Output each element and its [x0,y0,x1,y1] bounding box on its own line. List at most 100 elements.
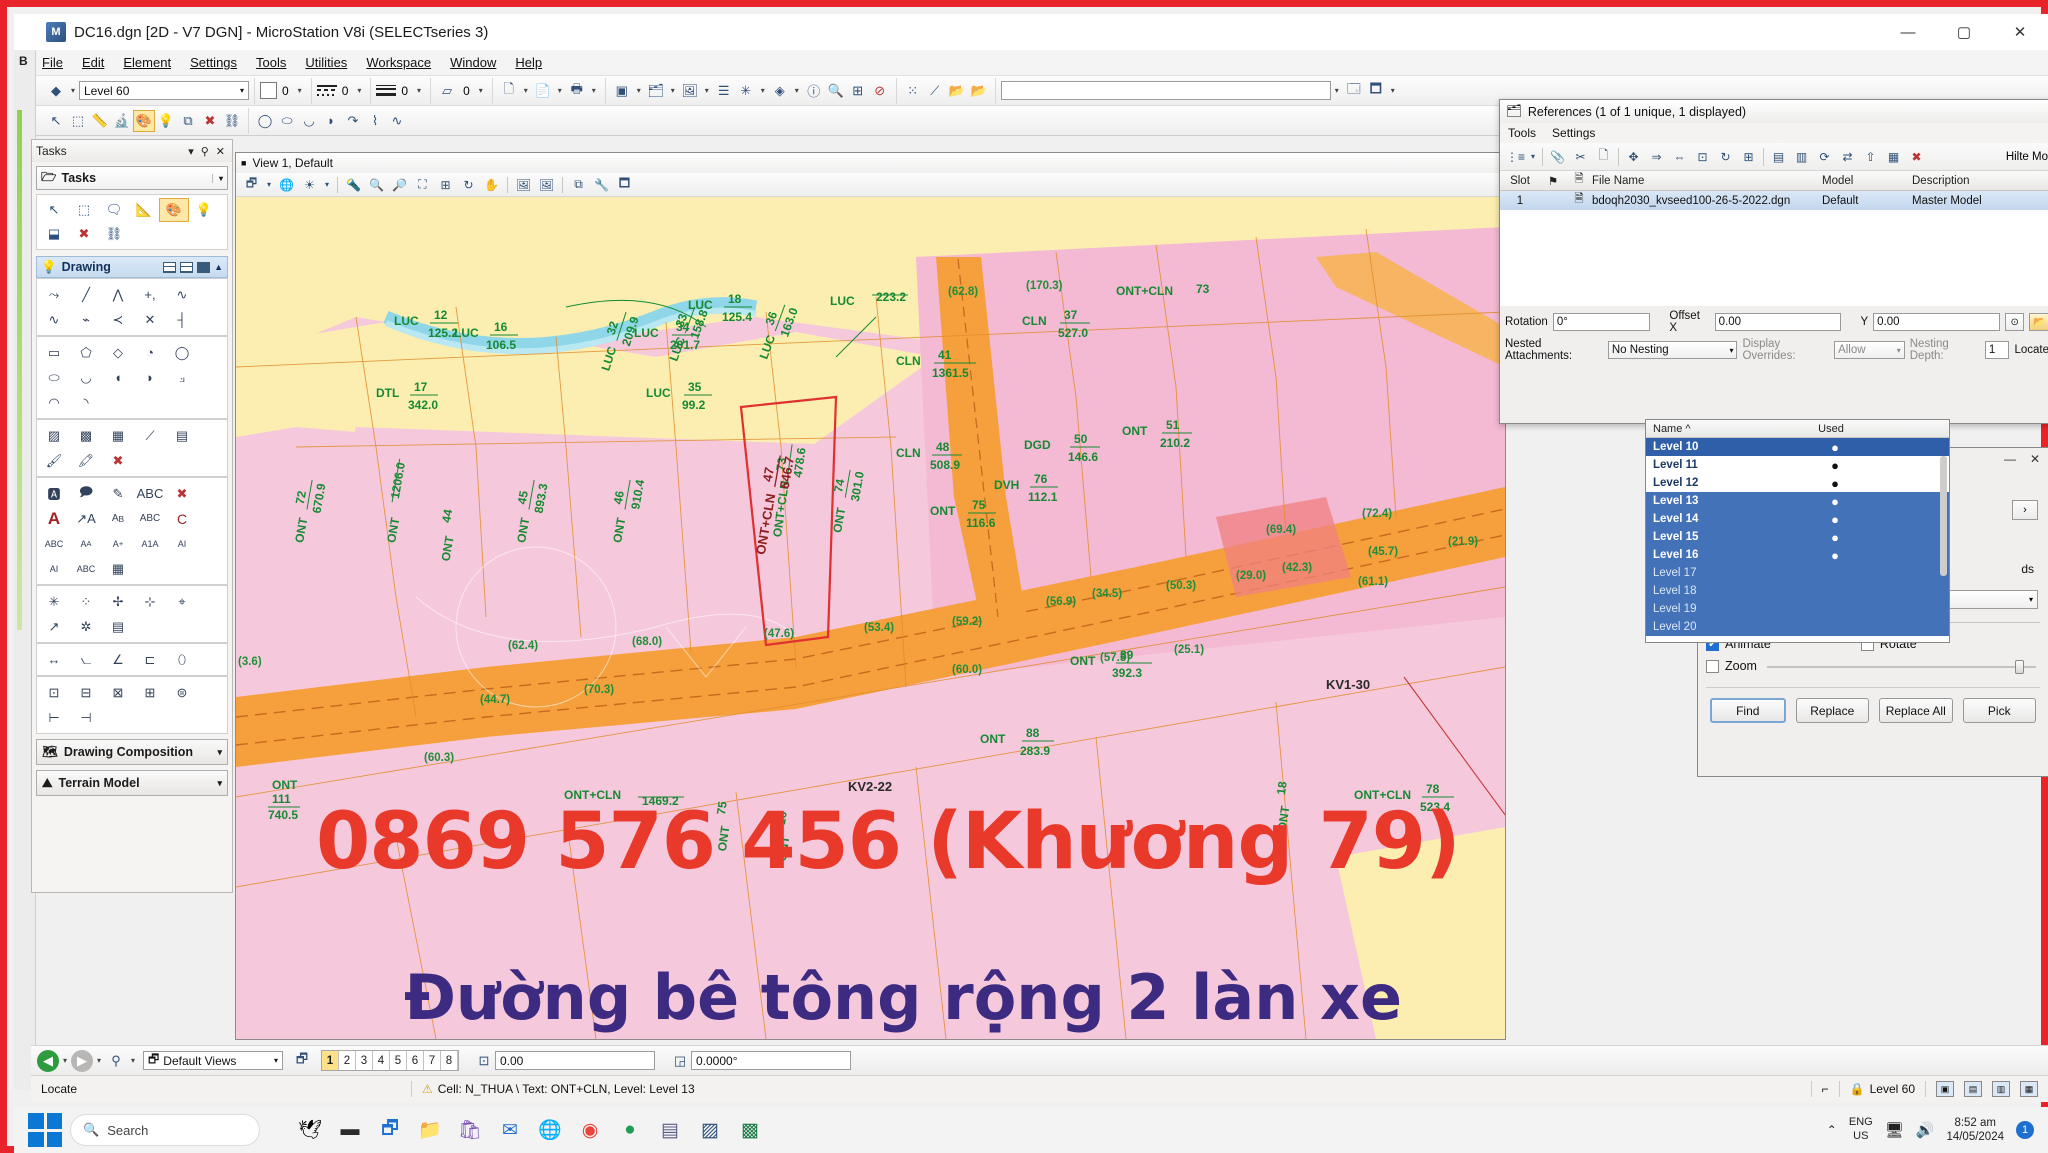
chevron-down-icon[interactable]: ▾ [633,86,645,95]
tool-place-arc-radius[interactable]: ◠ [38,390,70,415]
pan-view-icon[interactable]: ✋ [480,175,503,195]
delete-icon[interactable]: ✖ [199,110,221,132]
main-menu-bar[interactable]: File Edit Element Settings Tools Utiliti… [36,50,2048,76]
change-attributes-icon[interactable]: 🎨 [133,109,155,132]
tool-dimension-element[interactable]: ⬯ [166,647,198,672]
taskbar-app-calculator[interactable]: ▤ [650,1110,690,1150]
taskbar-app-excel[interactable]: ▩ [730,1110,770,1150]
angle-field[interactable]: 0.0000° [691,1051,851,1070]
tool-place-tick[interactable]: ┤ [166,307,198,332]
tool-place-block[interactable]: ▭ [38,340,70,365]
tool-place-arc[interactable]: ◡ [70,365,102,390]
tool-place-cell-matrix[interactable]: ⁘ [70,589,102,614]
status-snap[interactable]: ⌐ [1812,1082,1839,1096]
chevron-down-icon[interactable]: ▾ [701,86,713,95]
system-tray[interactable]: ⌃ ENG US 🖥 🔊 8:52 am 14/05/2024 1 [1827,1116,2048,1145]
tool-place-curve-sec[interactable]: ⌁ [70,307,102,332]
view-button-7[interactable]: 7 [424,1051,441,1070]
tool-define-cell-origin[interactable]: ⊹ [134,589,166,614]
element-selection-icon[interactable]: ↖ [45,110,67,132]
hilite-mode-label[interactable]: Hilte Mo [2006,151,2048,163]
tool-drop-element[interactable]: ⊟ [70,680,102,705]
chevron-down-icon[interactable]: ▾ [263,175,275,195]
chevron-down-icon[interactable]: ▾ [757,86,769,95]
copy-reference-icon[interactable]: ⇒ [1645,146,1668,168]
rpanel-buttons[interactable]: Find Replace Replace All Pick [1698,688,2048,733]
measure-icon[interactable]: 📏 [89,110,111,132]
close-icon[interactable]: ✕ [2030,452,2040,466]
tool-place-note-text[interactable]: 🗩 [70,481,102,506]
view-control-toolbar[interactable]: 🗗 ▾ 🌐 ☀ ▾ 🔦 🔍 🔎 ⛶ ⊞ ↻ ✋ 🖼 🖼 ⧉ 🔧 🗖 [236,173,1505,197]
tool-place-multiline[interactable]: ⋀ [102,282,134,307]
tool-dimension-linear[interactable]: ↔ [38,647,70,672]
display-overrides-select[interactable]: Allow ▾ [1834,341,1905,359]
next-view-group-icon[interactable]: ▶ [71,1049,93,1072]
tool-select-and-place-cell[interactable]: ✢ [102,589,134,614]
flag-icon[interactable]: ⚑ [1540,174,1566,188]
taskbar-app-terminal[interactable]: ▬ [330,1110,370,1150]
place-ellipse-icon[interactable]: ⬭ [276,110,298,132]
chevron-down-icon[interactable]: ▾ [188,145,194,158]
line-weight-preview[interactable] [376,84,397,98]
delete-clip-icon[interactable]: ▥ [1790,146,1813,168]
cad-map-canvas[interactable]: LUC 12 125.2 LUC 16 106.5 LUC 32 209.9 LUC 33 15… [236,197,1505,1039]
tool-chain-elements[interactable]: ⛓ [99,222,129,246]
minimize-button[interactable]: — [1880,14,1936,50]
distance-field[interactable]: 0.00 [495,1051,655,1070]
tool-place-circle[interactable]: ◯ [166,340,198,365]
level-rows[interactable]: Level 10 ● Level 11 ● Level 12 ● Level 13 ● … [1646,438,1949,642]
tool-text-ai[interactable]: AI [166,531,198,556]
chevron-down-icon[interactable]: ▾ [791,86,803,95]
tool-place-bspline[interactable]: ∿ [38,307,70,332]
zoom-in-icon[interactable]: 🔍 [365,175,388,195]
tool-place-halfround[interactable]: ◗ [134,365,166,390]
main-task-tools[interactable]: ↖ ⬚ 🗨 📐 🎨 💡 ⬓ ✖ ⛓ [36,194,228,250]
tool-create-region[interactable]: ⊡ [38,680,70,705]
list-item[interactable]: Level 15 ● [1646,528,1949,546]
tool-change-attributes[interactable]: 🎨 [159,198,189,222]
list-item[interactable]: Level 10 ● [1646,438,1949,456]
place-halfcircle-icon[interactable]: ◗ [320,110,342,132]
tray-overflow-icon[interactable]: ⌃ [1827,1123,1837,1137]
drawing-tools-groups[interactable]: ⊡ ⊟ ⊠ ⊞ ⊜ ⊢ ⊣ [36,676,228,734]
tool-text-grid[interactable]: ▦ [102,556,134,581]
volume-icon[interactable]: 🔊 [1916,1121,1935,1139]
chevron-down-icon[interactable]: ▾ [1527,146,1539,168]
taskbar-app-unikey[interactable]: 🕊 [290,1110,330,1150]
rotate-view-icon[interactable]: ↻ [457,175,480,195]
tool-cell-grid[interactable]: ▤ [102,614,134,639]
drawing-tools-patterns[interactable]: ▨ ▩ ▦ ⟋ ▤ 🖌 🖍 ✖ [36,419,228,477]
tool-edit-text[interactable]: ✎ [102,481,134,506]
chevron-down-icon[interactable]: ▾ [240,86,244,95]
tool-pattern-area[interactable]: ▦ [102,423,134,448]
chevron-down-icon[interactable]: ▾ [294,86,306,95]
place-spiral-icon[interactable]: ⌇ [364,110,386,132]
tool-extract-face[interactable]: ⊜ [166,680,198,705]
scale-reference-icon[interactable]: ⊡ [1691,146,1714,168]
drawing-tools-text[interactable]: 🅰 🗩 ✎ ABC ✖ A ↗A AB ABC C ABC AA A + A1A … [36,477,228,585]
taskbar-app-edge[interactable]: 🌐 [530,1110,570,1150]
analyze-element-icon[interactable]: 🔬 [111,110,133,132]
list-item[interactable]: Level 17 [1646,564,1949,582]
view-button-2[interactable]: 2 [339,1051,356,1070]
tool-measure[interactable]: 📐 [129,198,159,222]
section-header-drawing[interactable]: 💡 Drawing ▲ [36,256,228,278]
tool-place-note[interactable]: 🗨 [99,198,129,222]
snap-icon[interactable]: ⌐ [1822,1082,1829,1096]
chevron-down-icon[interactable]: ▾ [217,747,222,758]
copy-view-icon[interactable]: ⧉ [567,175,590,195]
tool-text-abc-small[interactable]: ABC [38,531,70,556]
chevron-down-icon[interactable]: ▾ [211,173,223,183]
chevron-down-icon[interactable]: ▾ [520,86,532,95]
view-display-mode-icon[interactable]: 🌐 [275,175,298,195]
presentation-icon[interactable]: ▦ [1882,146,1905,168]
tool-text-style[interactable]: AB [102,506,134,531]
taskbar-app-zalo[interactable]: ● [610,1110,650,1150]
list-options-icon[interactable]: ⋮≡ [1504,146,1527,168]
tool-text-superscript[interactable]: AA [70,531,102,556]
chevron-down-icon[interactable]: ▾ [353,86,365,95]
reload-reference-icon[interactable]: 🗋 [1592,146,1615,168]
clip-reference-icon[interactable]: ⊞ [1737,146,1760,168]
windows-taskbar[interactable]: 🔍 Search 🕊 ▬ 🗗 📁 🛍 ✉ 🌐 ◉ ● ▤ ▨ ▩ ⌃ ENG U… [14,1107,2048,1153]
tool-identify-cell[interactable]: ⌖ [166,589,198,614]
